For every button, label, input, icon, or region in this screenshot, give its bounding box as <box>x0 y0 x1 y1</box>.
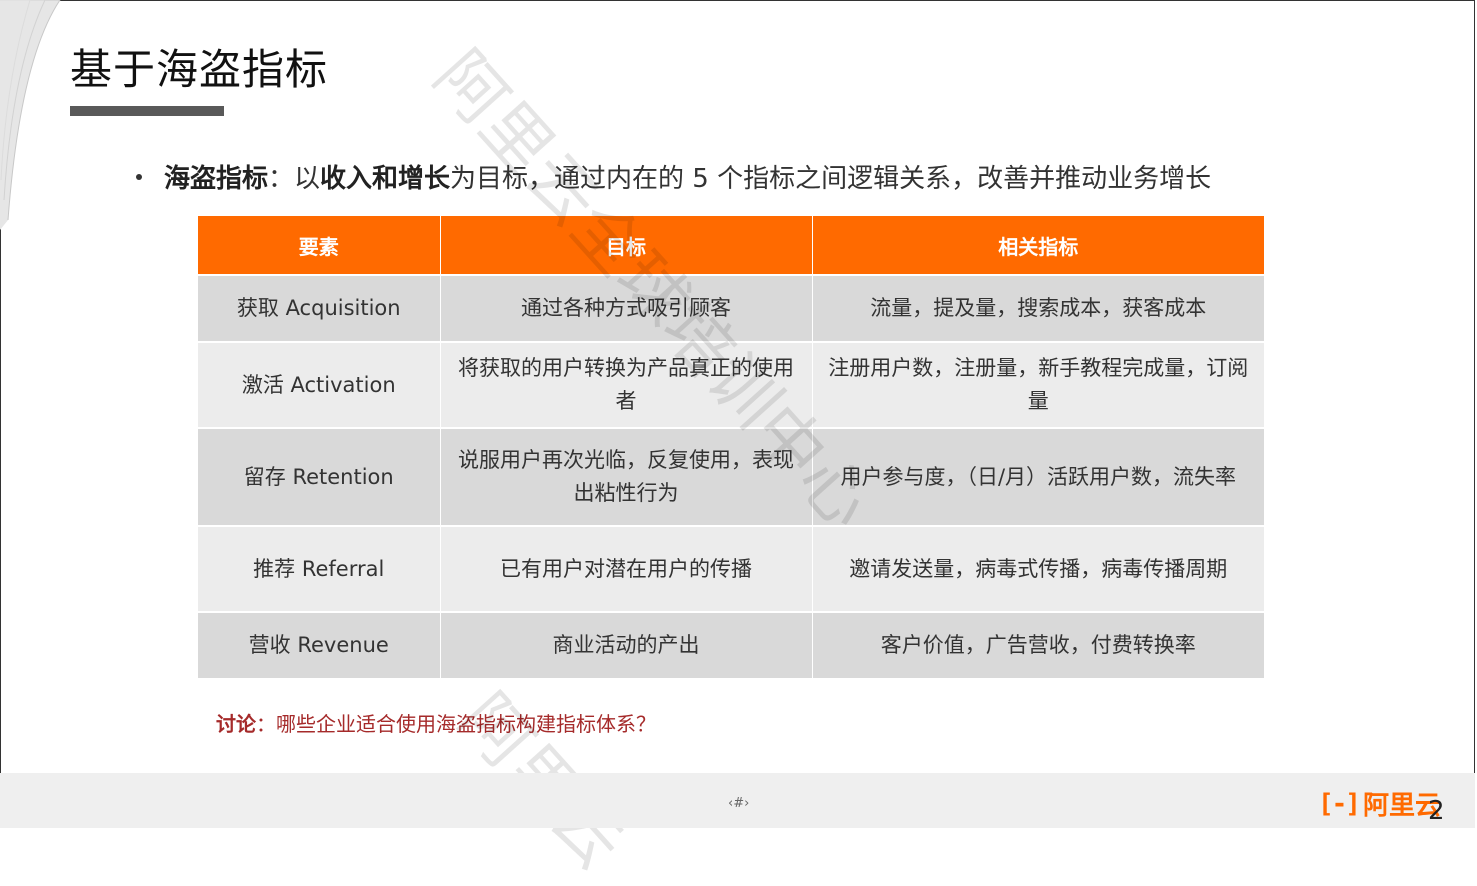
cell-metrics: 邀请发送量，病毒式传播，病毒传播周期 <box>812 526 1264 613</box>
cell-goal: 通过各种方式吸引顾客 <box>440 275 813 343</box>
bullet-term: 海盗指标 <box>164 164 269 194</box>
cell-element: 营收 Revenue <box>198 612 441 680</box>
table-row: 营收 Revenue 商业活动的产出 客户价值，广告营收，付费转换率 <box>198 612 1264 680</box>
title-underline <box>70 106 224 116</box>
cell-goal: 将获取的用户转换为产品真正的使用者 <box>440 342 813 429</box>
header-goal: 目标 <box>440 216 813 276</box>
discussion-sep: ： <box>256 712 276 736</box>
cell-element: 留存 Retention <box>198 428 441 527</box>
cell-element: 激活 Activation <box>198 342 441 429</box>
discussion-label: 讨论 <box>216 712 256 736</box>
bullet-point: 海盗指标：以收入和增长为目标，通过内在的 5 个指标之间逻辑关系，改善并推动业务… <box>136 158 1211 195</box>
bullet-rest: 为目标，通过内在的 5 个指标之间逻辑关系，改善并推动业务增长 <box>450 164 1212 194</box>
discussion-question: 哪些企业适合使用海盗指标构建指标体系？ <box>276 712 656 736</box>
page-number: 2 <box>1428 796 1445 826</box>
cell-metrics: 注册用户数，注册量，新手教程完成量，订阅量 <box>812 342 1264 429</box>
aliyun-logo-icon: [-] <box>1318 788 1361 819</box>
page-title: 基于海盗指标 <box>70 45 329 94</box>
discussion-prompt: 讨论：哪些企业适合使用海盗指标构建指标体系？ <box>216 708 656 737</box>
bullet-dot-icon <box>136 173 142 180</box>
cell-metrics: 用户参与度，（日/月）活跃用户数，流失率 <box>812 428 1264 527</box>
table-row: 激活 Activation 将获取的用户转换为产品真正的使用者 注册用户数，注册… <box>198 342 1264 429</box>
cell-goal: 已有用户对潜在用户的传播 <box>440 526 813 613</box>
aarrr-table: 要素 目标 相关指标 获取 Acquisition 通过各种方式吸引顾客 流量，… <box>198 216 1264 680</box>
cell-metrics: 客户价值，广告营收，付费转换率 <box>812 612 1264 680</box>
table-row: 留存 Retention 说服用户再次光临，反复使用，表现出粘性行为 用户参与度… <box>198 428 1264 527</box>
page-marker: ‹#› <box>728 796 750 811</box>
cell-metrics: 流量，提及量，搜索成本，获客成本 <box>812 275 1264 343</box>
table-row: 获取 Acquisition 通过各种方式吸引顾客 流量，提及量，搜索成本，获客… <box>198 275 1264 343</box>
aliyun-logo: [-] 阿里云 <box>1318 785 1441 822</box>
header-metrics: 相关指标 <box>812 216 1264 276</box>
bullet-sep: ：以 <box>268 164 321 194</box>
cell-element: 推荐 Referral <box>198 526 441 613</box>
cell-element: 获取 Acquisition <box>198 275 441 343</box>
bullet-focus: 收入和增长 <box>320 164 451 194</box>
cell-goal: 说服用户再次光临，反复使用，表现出粘性行为 <box>440 428 813 527</box>
table-header-row: 要素 目标 相关指标 <box>198 216 1264 276</box>
header-element: 要素 <box>198 216 441 276</box>
cell-goal: 商业活动的产出 <box>440 612 813 680</box>
table-row: 推荐 Referral 已有用户对潜在用户的传播 邀请发送量，病毒式传播，病毒传… <box>198 526 1264 613</box>
